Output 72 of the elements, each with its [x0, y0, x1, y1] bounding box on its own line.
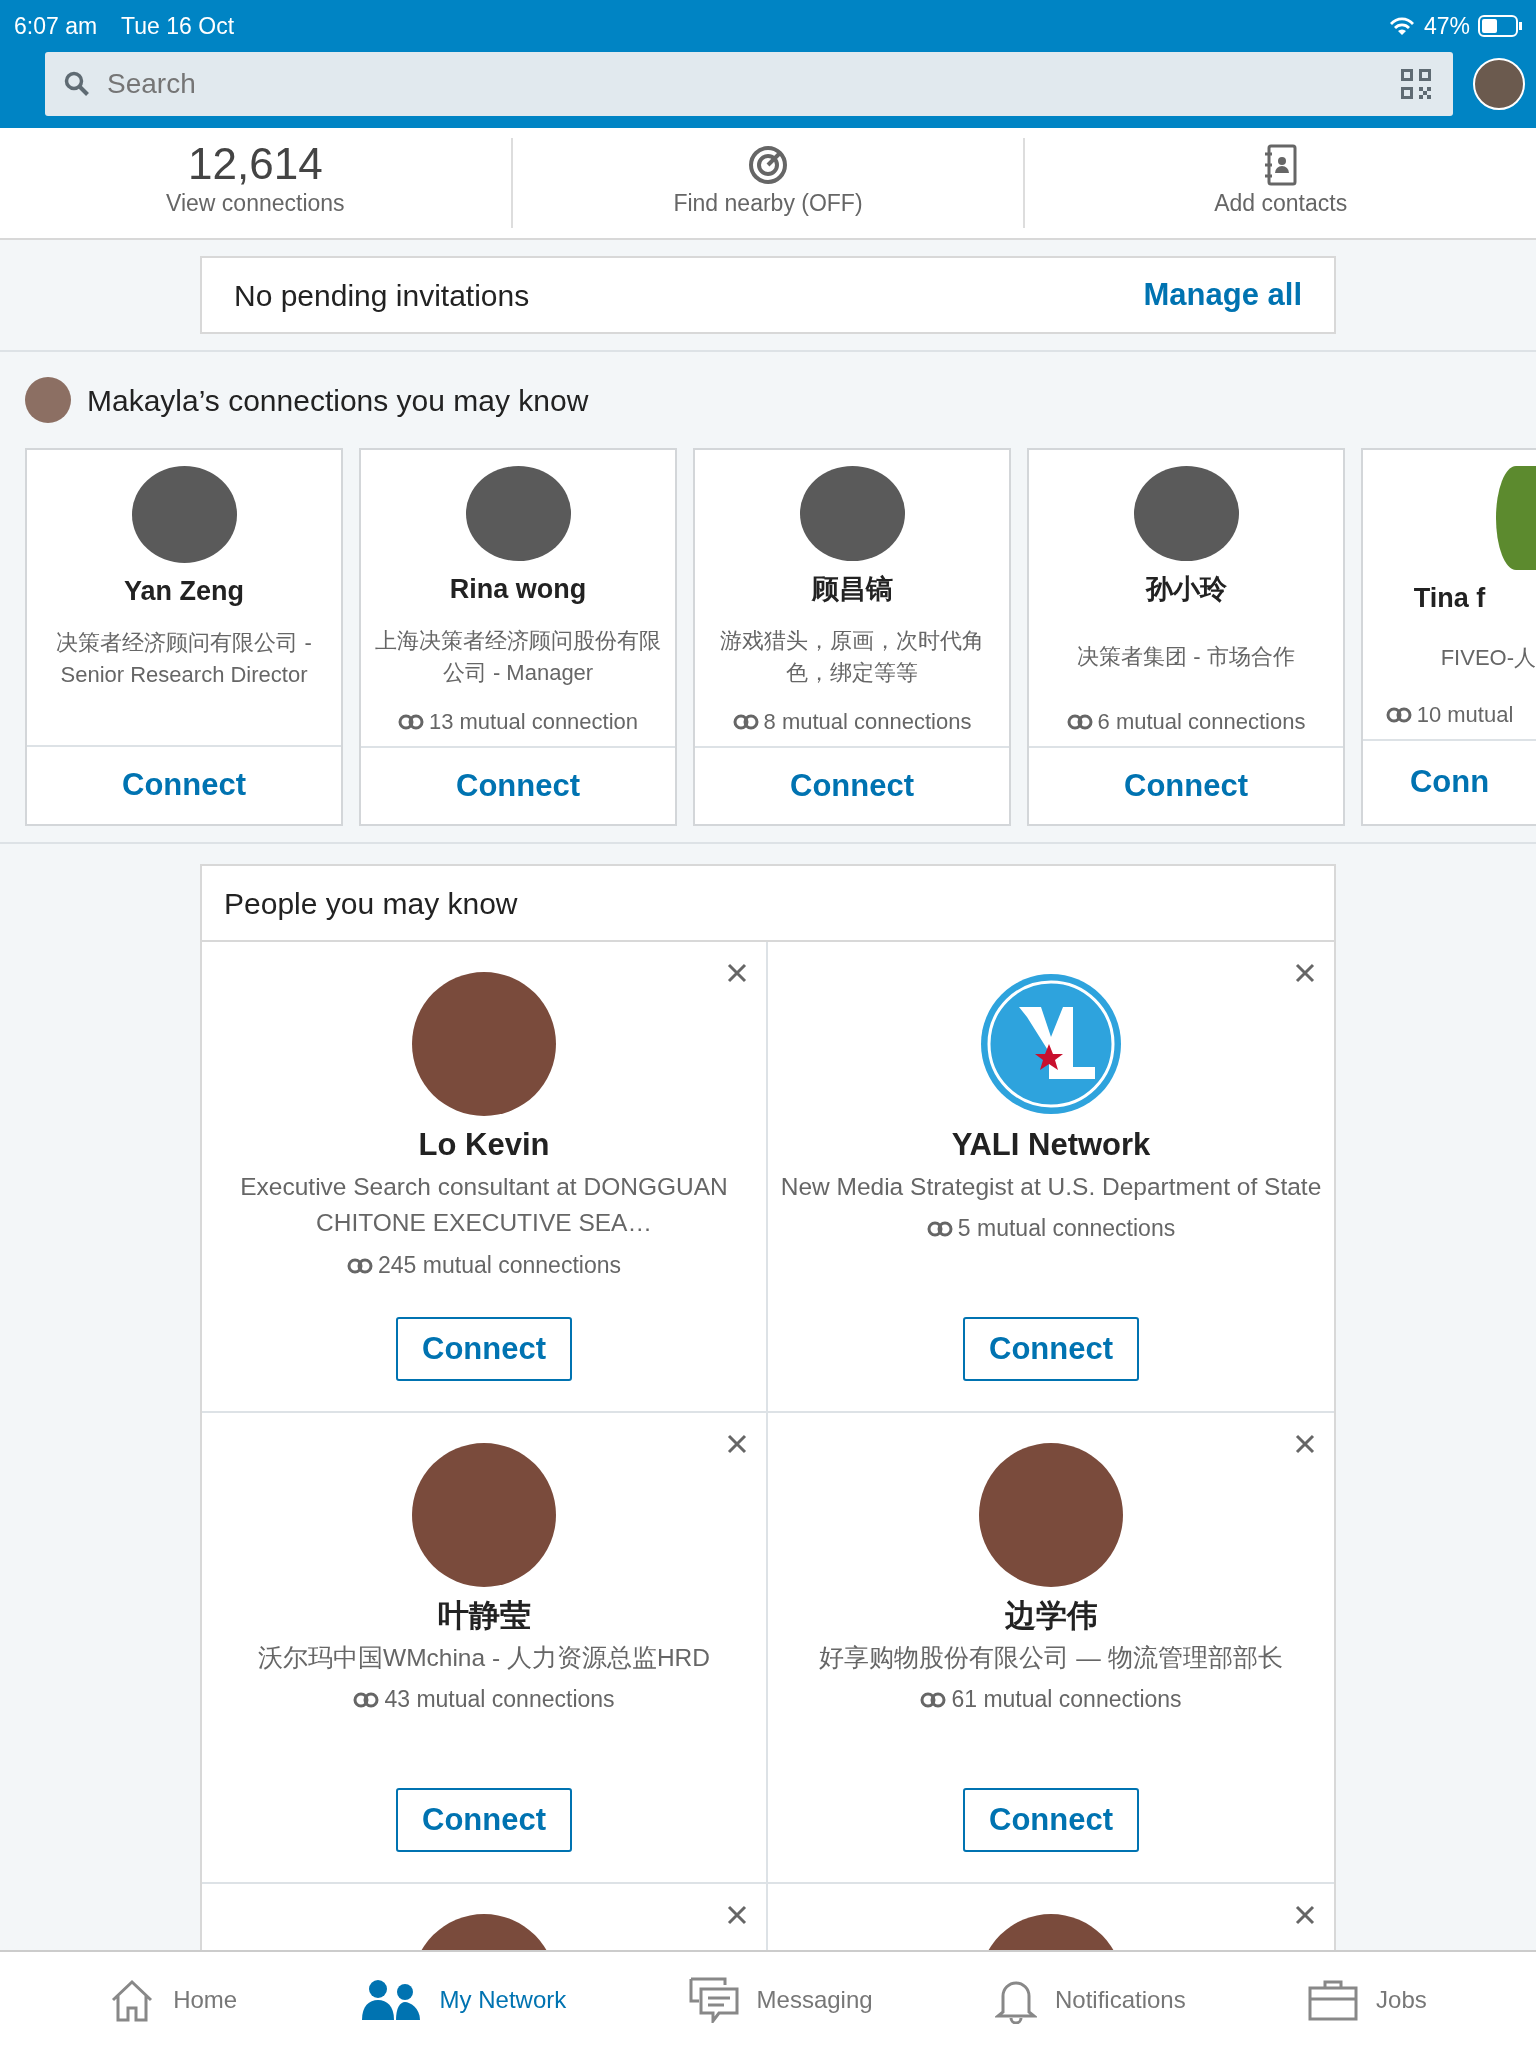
person-name: 孙小玲	[1144, 572, 1228, 606]
mutual-connections: 13 mutual connection	[428, 709, 639, 735]
connect-button[interactable]: Connect	[396, 1317, 572, 1381]
close-icon[interactable]	[1294, 1433, 1316, 1455]
person-name: Lo Kevin	[417, 1126, 551, 1164]
close-icon[interactable]	[726, 1904, 748, 1926]
status-time: 6:07 am	[14, 11, 98, 41]
battery-icon	[1478, 15, 1522, 37]
battery-percentage: 47%	[1423, 11, 1470, 41]
nav-tab[interactable]: Jobs	[1302, 1978, 1433, 2022]
stat-label[interactable]: Find nearby (OFF)	[673, 185, 863, 220]
person-headline: 好享购物股份有限公司 — 物流管理部部长	[818, 1642, 1284, 1673]
chat-icon	[688, 1977, 739, 2023]
nav-tab[interactable]: My Network	[353, 1977, 573, 2023]
connect-button[interactable]: Connect	[396, 1788, 572, 1852]
section-title: People you may know	[224, 885, 518, 922]
search-field[interactable]: Search	[45, 52, 1453, 116]
connect-button[interactable]: Connect	[963, 1788, 1139, 1852]
person-name: YALI Network	[950, 1126, 1152, 1164]
qr-code-icon[interactable]	[1401, 69, 1431, 99]
person-headline: Executive Search consultant at DONGGUAN CHITONE EXECUTIVE SEA…	[239, 1171, 729, 1239]
mutual-connections-icon	[920, 1692, 947, 1709]
close-icon[interactable]	[1294, 962, 1316, 984]
mutual-connections-icon	[397, 714, 424, 731]
person-name: 边学伟	[1003, 1597, 1099, 1635]
person-headline: New Media Strategist at U.S. Department of State	[779, 1171, 1323, 1202]
briefcase-icon	[1308, 1979, 1359, 2021]
mutual-connections: 5 mutual connections	[957, 1215, 1176, 1242]
search-icon	[64, 71, 90, 97]
nav-tab[interactable]: Home	[103, 1977, 244, 2023]
close-icon[interactable]	[726, 1433, 748, 1455]
mutual-connections-icon	[1066, 714, 1093, 731]
mutual-connections-icon	[353, 1692, 380, 1709]
person-headline: 沃尔玛中国WMchina - 人力资源总监HRD	[257, 1642, 711, 1673]
target-icon	[747, 143, 789, 186]
mutual-connections-icon	[1385, 707, 1412, 724]
person-name: Tina f	[1412, 581, 1487, 615]
mutual-connections-icon	[926, 1221, 953, 1238]
mutual-connections-icon	[732, 714, 759, 731]
mutual-connections: 6 mutual connections	[1097, 709, 1306, 735]
person-headline: 游戏猎头，原画，次时代角色，绑定等等	[719, 627, 985, 688]
mutual-connections: 61 mutual connections	[951, 1686, 1182, 1713]
logo-icon	[979, 972, 1123, 1116]
connect-button[interactable]: Connect	[963, 1317, 1139, 1381]
profile-avatar	[25, 377, 71, 423]
person-headline: 上海决策者经济顾问股份有限公司 - Manager	[374, 627, 662, 688]
nav-tab[interactable]: Messaging	[682, 1976, 879, 2024]
connection-count: 12,614	[188, 141, 323, 186]
person-headline: 决策者集团 - 市场合作	[1077, 643, 1295, 672]
person-name: 叶静莹	[436, 1597, 532, 1635]
people-icon	[359, 1978, 422, 2022]
close-icon[interactable]	[726, 962, 748, 984]
stat-label[interactable]: Add contacts	[1214, 185, 1348, 220]
mutual-connections: 43 mutual connections	[384, 1686, 615, 1713]
mutual-connections: 245 mutual connections	[378, 1252, 621, 1278]
mutual-connections: 10 mutual	[1416, 702, 1514, 728]
manage-all-link[interactable]: Manage all	[1143, 271, 1302, 319]
status-date: Tue 16 Oct	[121, 11, 235, 41]
stat-label[interactable]: View connections	[166, 185, 345, 220]
address-book-icon	[1262, 143, 1299, 186]
profile-avatar[interactable]	[1473, 58, 1525, 110]
invitations-text: No pending invitations	[234, 277, 530, 314]
person-headline: 决策者经济顾问有限公司 - Senior Research Director	[55, 629, 313, 690]
person-headline: FIVEO-人	[1440, 644, 1536, 673]
section-title: Makayla’s connections you may know	[87, 382, 589, 419]
close-icon[interactable]	[1294, 1904, 1316, 1926]
mutual-connections: 8 mutual connections	[763, 709, 972, 735]
nav-tab[interactable]: Notifications	[989, 1975, 1192, 2025]
person-name: 顾昌镐	[810, 572, 894, 606]
person-name: Rina wong	[448, 572, 588, 606]
mutual-connections-icon	[347, 1258, 374, 1274]
person-name: Yan Zeng	[123, 574, 245, 608]
